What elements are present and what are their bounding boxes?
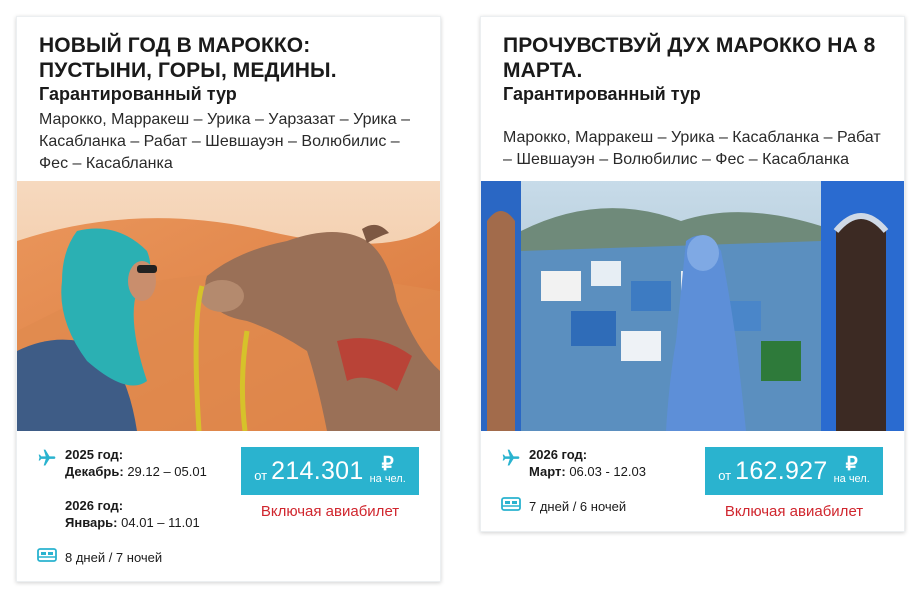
price-per-person: на чел. <box>369 473 406 485</box>
ruble-icon: ₽ <box>845 454 858 475</box>
date-year: 2026 год: <box>65 498 124 513</box>
duration-text: 8 дней / 7 ночей <box>65 550 163 565</box>
date-range: Январь: 04.01 – 11.01 <box>65 514 247 531</box>
tour-info: 2026 год: Март: 06.03 - 12.03 7 дней / 6… <box>481 431 904 531</box>
plane-icon <box>37 447 57 480</box>
date-month: Декабрь: <box>65 464 124 479</box>
tour-dates: 2026 год: Март: 06.03 - 12.03 7 дней / 6… <box>501 447 711 517</box>
tour-title[interactable]: НОВЫЙ ГОД В МАРОККО: ПУСТЫНИ, ГОРЫ, МЕДИ… <box>39 33 418 83</box>
price-from: от <box>254 467 268 483</box>
price-from: от <box>718 467 732 483</box>
chefchaouen-blue-city-photo[interactable] <box>481 181 904 431</box>
bed-icon <box>37 547 57 568</box>
tour-dates: 2025 год: Декабрь: 29.12 – 05.01 2026 го… <box>37 447 247 568</box>
price-amount: 162.927 <box>735 456 828 485</box>
date-month: Март: <box>529 464 566 479</box>
date-block: 2026 год: Март: 06.03 - 12.03 <box>501 447 711 480</box>
date-range-value: 29.12 – 05.01 <box>127 464 207 479</box>
price-per: ₽ на чел. <box>369 454 406 485</box>
duration: 8 дней / 7 ночей <box>37 547 247 568</box>
price-button[interactable]: от 214.301 ₽ на чел. <box>241 447 419 495</box>
flight-note: Включая авиабилет <box>260 503 400 520</box>
price-button[interactable]: от 162.927 ₽ на чел. <box>705 447 883 495</box>
date-range-value: 04.01 – 11.01 <box>121 515 200 530</box>
date-range: Декабрь: 29.12 – 05.01 <box>65 463 207 480</box>
date-range-value: 06.03 - 12.03 <box>569 464 646 479</box>
tour-subtitle: Гарантированный тур <box>39 84 237 104</box>
tour-subtitle: Гарантированный тур <box>503 84 701 104</box>
tour-card[interactable]: ПРОЧУВСТВУЙ ДУХ МАРОККО НА 8 МАРТА. Гара… <box>480 16 905 532</box>
bed-icon <box>501 496 521 517</box>
date-year: 2025 год: <box>65 447 124 462</box>
date-block: 2025 год: Декабрь: 29.12 – 05.01 <box>37 447 247 480</box>
date-range: Март: 06.03 - 12.03 <box>529 463 646 480</box>
ruble-icon: ₽ <box>381 454 394 475</box>
date-block: 2026 год: Январь: 04.01 – 11.01 <box>65 498 247 531</box>
price-block: от 162.927 ₽ на чел. Включая авиабилет <box>705 447 883 520</box>
camel-desert-photo[interactable] <box>17 181 440 431</box>
date-month: Январь: <box>65 515 118 530</box>
price-block: от 214.301 ₽ на чел. Включая авиабилет <box>241 447 419 520</box>
duration-text: 7 дней / 6 ночей <box>529 499 627 514</box>
duration: 7 дней / 6 ночей <box>501 496 711 517</box>
tour-card[interactable]: НОВЫЙ ГОД В МАРОККО: ПУСТЫНИ, ГОРЫ, МЕДИ… <box>16 16 441 582</box>
tour-card-header: НОВЫЙ ГОД В МАРОККО: ПУСТЫНИ, ГОРЫ, МЕДИ… <box>17 17 440 181</box>
tour-route: Марокко, Марракеш – Урика – Касабланка –… <box>503 129 881 168</box>
tour-card-header: ПРОЧУВСТВУЙ ДУХ МАРОККО НА 8 МАРТА. Гара… <box>481 17 904 181</box>
tour-info: 2025 год: Декабрь: 29.12 – 05.01 2026 го… <box>17 431 440 581</box>
flight-note: Включая авиабилет <box>724 503 864 520</box>
price-amount: 214.301 <box>271 456 364 485</box>
tour-route: Марокко, Марракеш – Урика – Уарзазат – У… <box>39 111 411 172</box>
tour-title[interactable]: ПРОЧУВСТВУЙ ДУХ МАРОККО НА 8 МАРТА. <box>503 33 882 83</box>
date-year: 2026 год: <box>529 447 588 462</box>
plane-icon <box>501 447 521 480</box>
price-per: ₽ на чел. <box>833 454 870 485</box>
price-per-person: на чел. <box>833 473 870 485</box>
